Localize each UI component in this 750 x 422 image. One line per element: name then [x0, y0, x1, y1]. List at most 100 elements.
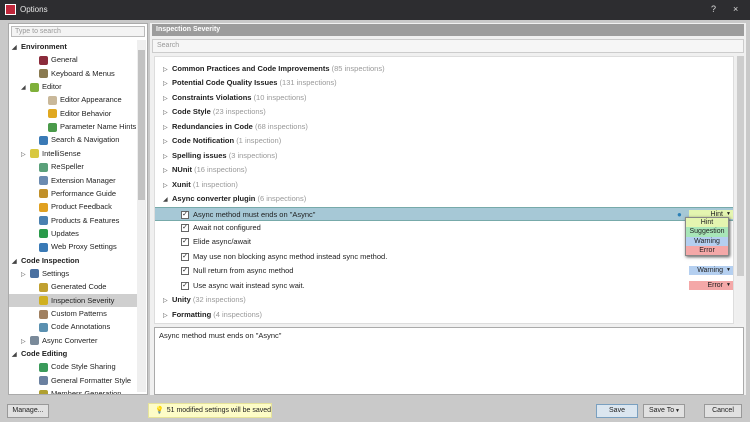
- tree-item-label: ReSpeller: [51, 162, 84, 172]
- tree-item-updates[interactable]: Updates: [9, 227, 137, 240]
- group-label: Unity: [172, 295, 191, 305]
- tree-item-code-editing[interactable]: ◢ Code Editing: [9, 347, 137, 360]
- expand-arrow-icon[interactable]: ▷: [163, 77, 172, 91]
- group-label: Code Notification: [172, 136, 235, 146]
- tree-item-editor-behavior[interactable]: Editor Behavior: [9, 107, 137, 120]
- tree-item-extension-manager[interactable]: Extension Manager: [9, 174, 137, 187]
- tree-item-label: Inspection Severity: [51, 295, 115, 305]
- tree-item-settings[interactable]: ▷ Settings: [9, 267, 137, 280]
- severity-option-warning[interactable]: Warning: [686, 236, 728, 246]
- tree-scrollbar[interactable]: [137, 40, 146, 392]
- close-button[interactable]: ×: [733, 4, 738, 14]
- inspection-group-row[interactable]: ▷ Potential Code Quality Issues (131 insp…: [155, 76, 733, 91]
- tree-item-search-navigation[interactable]: Search & Navigation: [9, 133, 137, 146]
- item-icon: [48, 109, 57, 119]
- tree-item-web-proxy-settings[interactable]: Web Proxy Settings: [9, 240, 137, 253]
- inspection-count: (1 inspection): [192, 179, 238, 189]
- inspection-row[interactable]: ✓ Await not configured: [155, 221, 733, 235]
- expand-arrow-icon[interactable]: ▷: [163, 63, 172, 77]
- severity-option-suggestion[interactable]: Suggestion: [686, 227, 728, 237]
- expand-arrow-icon[interactable]: ▷: [163, 294, 172, 308]
- inspection-checkbox[interactable]: ✓: [181, 223, 189, 232]
- tree-search-input[interactable]: Type to search: [11, 26, 145, 37]
- title-bar: Options ? ×: [0, 0, 750, 20]
- item-icon: [39, 202, 48, 212]
- inspection-group-row[interactable]: ▷ Unity (32 inspections): [155, 293, 733, 308]
- inspection-group-row[interactable]: ▷ Formatting (4 inspections): [155, 308, 733, 323]
- tree-item-inspection-severity[interactable]: Inspection Severity: [9, 293, 137, 307]
- inspection-group-row[interactable]: ▷ Spelling issues (3 inspections): [155, 149, 733, 164]
- inspection-group-row[interactable]: ▷ Code Style (23 inspections): [155, 105, 733, 120]
- inspection-row[interactable]: ✓ Async method must ends on "Async" Hint ▼ ●: [155, 206, 733, 221]
- expand-arrow-icon[interactable]: ▷: [163, 106, 172, 120]
- inspection-label: Async method must ends on "Async": [193, 209, 316, 219]
- tree-item-code-style-sharing[interactable]: Code Style Sharing: [9, 360, 137, 373]
- inspection-row[interactable]: ✓ Null return from async method Warning ▼: [155, 264, 733, 278]
- severity-select[interactable]: Warning ▼: [689, 266, 733, 276]
- tree-item-label: Members Generation: [51, 389, 122, 394]
- cancel-button[interactable]: Cancel: [704, 404, 742, 418]
- list-scrollbar[interactable]: [736, 56, 745, 324]
- inspection-group-row[interactable]: ▷ Redundancies in Code (68 inspections): [155, 120, 733, 135]
- inspection-group-row[interactable]: ▷ Xunit (1 inspection): [155, 178, 733, 193]
- manage-button[interactable]: Manage...: [7, 404, 49, 418]
- tree-item-code-inspection[interactable]: ◢ Code Inspection: [9, 254, 137, 267]
- save-button[interactable]: Save: [596, 404, 638, 418]
- tree-item-async-converter[interactable]: ▷ Async Converter: [9, 334, 137, 347]
- tree-item-intellisense[interactable]: ▷ IntelliSense: [9, 147, 137, 160]
- tree-item-editor-appearance[interactable]: Editor Appearance: [9, 93, 137, 106]
- modified-settings-notice: 💡 51 modified settings will be saved: [148, 403, 272, 418]
- inspection-group-row[interactable]: ◢ Async converter plugin (6 inspections): [155, 192, 733, 207]
- group-label: Constraints Violations: [172, 92, 252, 102]
- inspection-checkbox[interactable]: ✓: [181, 238, 189, 247]
- expand-arrow-icon[interactable]: ▷: [163, 135, 172, 149]
- save-to-button[interactable]: Save To ▼: [643, 404, 685, 418]
- severity-select[interactable]: Error ▼: [689, 280, 733, 290]
- item-icon: [39, 176, 48, 186]
- chevron-down-icon: ▼: [675, 408, 680, 414]
- group-label: Spelling issues: [172, 150, 227, 160]
- tree-item-general[interactable]: General: [9, 53, 137, 66]
- expand-arrow-icon[interactable]: ▷: [163, 121, 172, 135]
- tree-item-respeller[interactable]: ReSpeller: [9, 160, 137, 173]
- tree-item-editor[interactable]: ◢ Editor: [9, 80, 137, 93]
- tree-item-performance-guide[interactable]: Performance Guide: [9, 187, 137, 200]
- tree-item-code-annotations[interactable]: Code Annotations: [9, 320, 137, 333]
- help-button[interactable]: ?: [711, 4, 716, 14]
- group-label: Formatting: [172, 309, 212, 319]
- inspection-group-row[interactable]: ▷ Constraints Violations (10 inspections): [155, 91, 733, 106]
- item-icon: [30, 269, 39, 279]
- tree-item-custom-patterns[interactable]: Custom Patterns: [9, 307, 137, 320]
- inspection-row[interactable]: ✓ May use non blocking async method inste…: [155, 250, 733, 264]
- expand-arrow-icon[interactable]: ▷: [163, 309, 172, 323]
- inspection-group-row[interactable]: ▷ Code Notification (1 inspection): [155, 134, 733, 149]
- tree-item-products-features[interactable]: Products & Features: [9, 214, 137, 227]
- severity-option-error[interactable]: Error: [686, 245, 728, 255]
- inspection-checkbox[interactable]: ✓: [181, 281, 189, 290]
- tree-item-label: Editor Behavior: [60, 108, 112, 118]
- tree-item-keyboard-menus[interactable]: Keyboard & Menus: [9, 67, 137, 80]
- tree-item-general-formatter-style[interactable]: General Formatter Style: [9, 374, 137, 387]
- inspection-checkbox[interactable]: ✓: [181, 252, 189, 261]
- inspection-group-row[interactable]: ▷ Common Practices and Code Improvements …: [155, 62, 733, 77]
- tree-item-label: Async Converter: [42, 335, 98, 345]
- tree-item-product-feedback[interactable]: Product Feedback: [9, 200, 137, 213]
- expand-arrow-icon[interactable]: ▷: [163, 164, 172, 178]
- expand-arrow-icon[interactable]: ◢: [163, 193, 172, 207]
- inspection-checkbox[interactable]: ✓: [181, 210, 189, 219]
- tree-item-environment[interactable]: ◢ Environment: [9, 40, 137, 53]
- inspection-group-row[interactable]: ▷ NUnit (16 inspections): [155, 163, 733, 178]
- tree-item-generated-code[interactable]: Generated Code: [9, 280, 137, 293]
- item-icon: [39, 69, 48, 79]
- expand-arrow-icon[interactable]: ▷: [163, 179, 172, 193]
- tree-item-members-generation[interactable]: Members Generation: [9, 387, 137, 394]
- severity-option-hint[interactable]: Hint: [686, 218, 728, 228]
- inspection-row[interactable]: ✓ Elide async/await: [155, 235, 733, 249]
- tree-item-parameter-name-hints[interactable]: Parameter Name Hints: [9, 120, 137, 133]
- expand-arrow-icon[interactable]: ▷: [163, 92, 172, 106]
- item-icon: [30, 149, 39, 159]
- inspection-checkbox[interactable]: ✓: [181, 267, 189, 276]
- inspection-search-input[interactable]: Search: [152, 39, 744, 53]
- inspection-row[interactable]: ✓ Use async wait instead sync wait. Error ▼: [155, 279, 733, 293]
- expand-arrow-icon[interactable]: ▷: [163, 150, 172, 164]
